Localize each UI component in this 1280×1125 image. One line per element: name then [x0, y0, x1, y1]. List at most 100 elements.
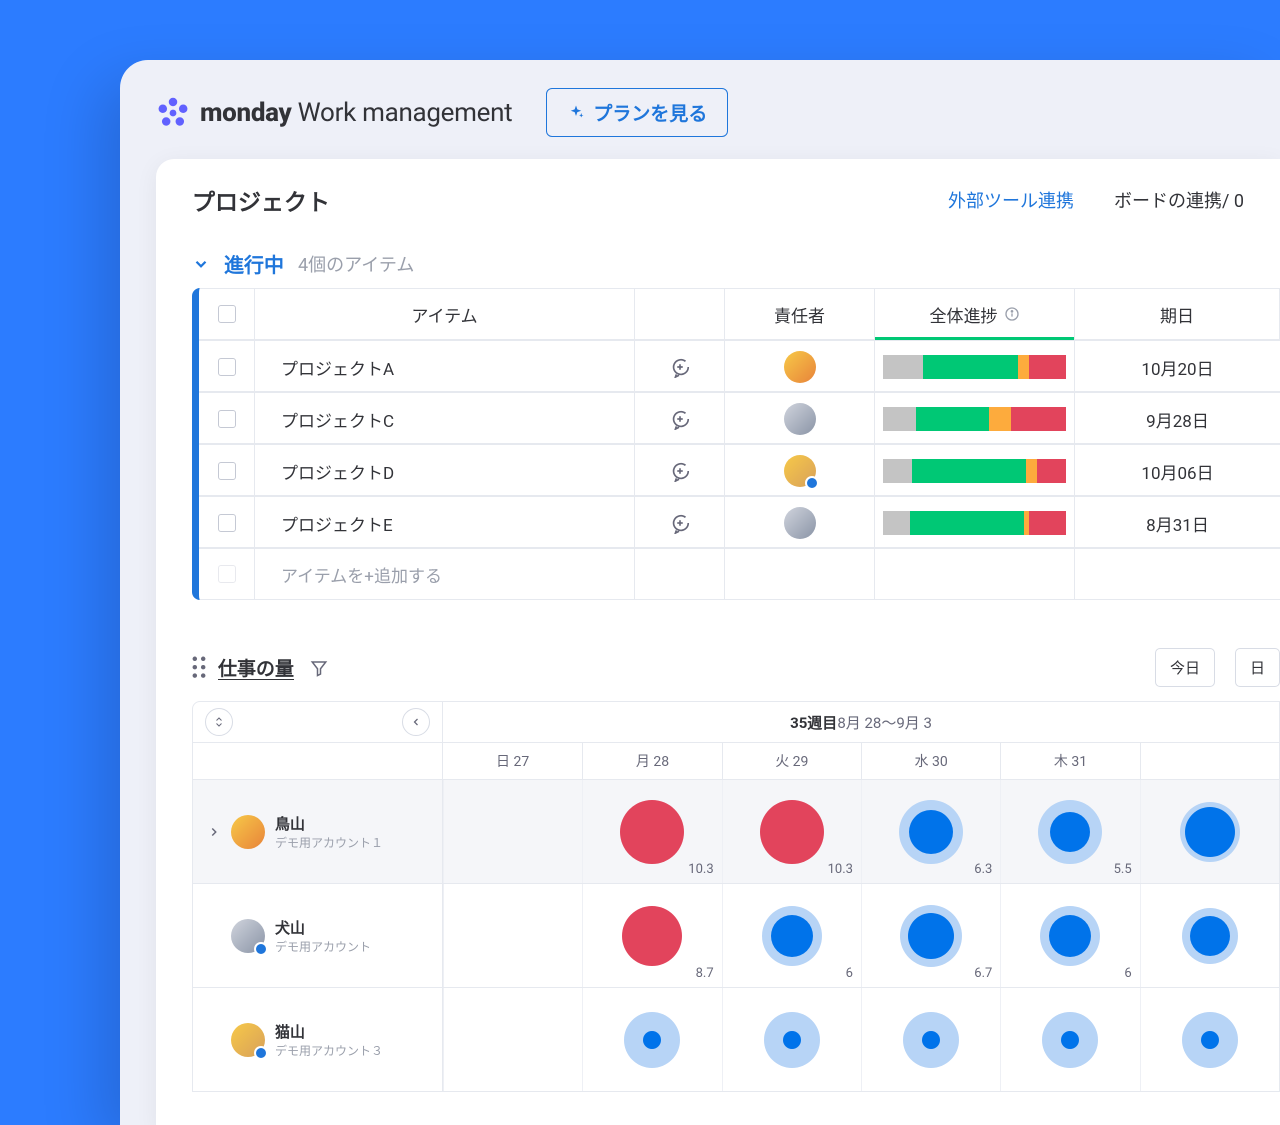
due-date[interactable]: 8月31日 — [1075, 497, 1280, 549]
checkbox[interactable] — [218, 462, 236, 480]
day-header — [1140, 743, 1279, 779]
checkbox[interactable] — [218, 410, 236, 428]
workload-bubble[interactable] — [1040, 906, 1100, 966]
prev-week-button[interactable] — [402, 708, 430, 736]
row-checkbox-cell[interactable] — [199, 341, 255, 393]
workload-bubble[interactable] — [760, 800, 824, 864]
info-icon[interactable] — [1004, 306, 1020, 322]
group-header[interactable]: 進行中 4個のアイテム — [156, 235, 1280, 288]
owner-cell[interactable] — [725, 341, 875, 393]
avatar-badge — [805, 476, 819, 490]
item-name[interactable]: プロジェクトA — [255, 341, 635, 393]
workload-value: 8.7 — [696, 966, 714, 981]
workload-cell: 6 — [1000, 884, 1139, 987]
due-date[interactable]: 10月20日 — [1075, 341, 1280, 393]
item-name[interactable]: プロジェクトE — [255, 497, 635, 549]
person-name: 犬山 — [275, 917, 371, 938]
add-chat-icon — [669, 512, 691, 534]
day-toggle-button[interactable]: 日 — [1235, 648, 1280, 687]
workload-cell: 10.3 — [722, 780, 861, 883]
person-name: 鳥山 — [275, 813, 383, 834]
workload-bubble[interactable] — [624, 1012, 680, 1068]
workload-cell — [443, 884, 582, 987]
workload-bubble[interactable] — [899, 800, 963, 864]
due-date[interactable]: 9月28日 — [1075, 393, 1280, 445]
workload-bubble[interactable] — [622, 906, 682, 966]
item-name[interactable]: プロジェクトC — [255, 393, 635, 445]
workload-bubble[interactable] — [1182, 908, 1238, 964]
avatar — [784, 455, 816, 487]
due-date[interactable]: 10月06日 — [1075, 445, 1280, 497]
table-row[interactable]: プロジェクトD 10月06日 — [199, 444, 1280, 496]
workload-grid: 35週目8月 28〜9月 3 日 27月 28火 29水 30木 31 鳥山 デ… — [192, 701, 1280, 1092]
workload-title[interactable]: 仕事の量 — [218, 654, 294, 681]
item-name[interactable]: プロジェクトD — [255, 445, 635, 497]
week-label: 35週目8月 28〜9月 3 — [443, 706, 1279, 739]
add-item-placeholder[interactable]: アイテムを+追加する — [255, 549, 635, 599]
owner-cell[interactable] — [725, 497, 875, 549]
external-tools-link[interactable]: 外部ツール連携 — [948, 187, 1074, 213]
workload-bubble[interactable] — [1038, 800, 1102, 864]
col-due[interactable]: 期日 — [1075, 289, 1280, 339]
col-progress[interactable]: 全体進捗 — [875, 289, 1075, 339]
app-window: monday Work management プランを見る プロジェクト 外部ツ… — [120, 60, 1280, 1125]
filter-icon[interactable] — [310, 659, 328, 677]
table-row[interactable]: プロジェクトA 10月20日 — [199, 340, 1280, 392]
add-chat-icon — [669, 408, 691, 430]
chevron-right-icon[interactable] — [207, 825, 221, 839]
sparkle-icon — [567, 104, 585, 122]
table-header-row: アイテム 責任者 全体進捗 期日 — [199, 288, 1280, 340]
add-chat-cell[interactable] — [635, 445, 725, 497]
board-header: プロジェクト 外部ツール連携 ボードの連携/ 0 — [156, 159, 1280, 235]
workload-bubble[interactable] — [764, 1012, 820, 1068]
avatar — [784, 507, 816, 539]
add-chat-cell[interactable] — [635, 341, 725, 393]
workload-cell — [1140, 884, 1279, 987]
col-owner[interactable]: 責任者 — [725, 289, 875, 339]
chevron-down-icon — [192, 255, 210, 273]
owner-cell[interactable] — [725, 445, 875, 497]
workload-left-controls — [193, 702, 443, 742]
person-text: 犬山 デモ用アカウント — [275, 917, 371, 955]
workload-bubble[interactable] — [1042, 1012, 1098, 1068]
workload-person[interactable]: 鳥山 デモ用アカウント１ — [193, 780, 443, 883]
table-row[interactable]: プロジェクトC 9月28日 — [199, 392, 1280, 444]
add-chat-cell[interactable] — [635, 497, 725, 549]
workload-person[interactable]: 猫山 デモ用アカウント３ — [193, 988, 443, 1091]
today-button[interactable]: 今日 — [1155, 648, 1215, 687]
table-row[interactable]: プロジェクトE 8月31日 — [199, 496, 1280, 548]
view-plans-button[interactable]: プランを見る — [546, 88, 728, 137]
select-all-cell[interactable] — [199, 289, 255, 339]
workload-person[interactable]: 犬山 デモ用アカウント — [193, 884, 443, 987]
workload-value: 6 — [846, 966, 853, 981]
row-checkbox-cell[interactable] — [199, 445, 255, 497]
person-subtitle: デモ用アカウント３ — [275, 1042, 383, 1059]
col-item[interactable]: アイテム — [255, 289, 635, 339]
workload-bubble[interactable] — [620, 800, 684, 864]
owner-cell[interactable] — [725, 393, 875, 445]
add-item-row[interactable]: アイテムを+追加する — [199, 548, 1280, 600]
progress-cell[interactable] — [875, 341, 1075, 393]
col-progress-label: 全体進捗 — [930, 302, 998, 327]
expand-rows-button[interactable] — [205, 708, 233, 736]
workload-bubble[interactable] — [762, 906, 822, 966]
checkbox[interactable] — [218, 358, 236, 376]
progress-cell[interactable] — [875, 393, 1075, 445]
progress-cell[interactable] — [875, 497, 1075, 549]
checkbox[interactable] — [218, 514, 236, 532]
workload-bubble[interactable] — [900, 905, 962, 967]
workload-cell: 6.3 — [861, 780, 1000, 883]
row-checkbox-cell[interactable] — [199, 393, 255, 445]
drag-handle-icon[interactable] — [192, 656, 206, 678]
row-checkbox-cell[interactable] — [199, 497, 255, 549]
day-header: 水 30 — [861, 743, 1000, 779]
workload-cell — [861, 988, 1000, 1091]
workload-bubble[interactable] — [1182, 1012, 1238, 1068]
board-integrations-label[interactable]: ボードの連携/ 0 — [1114, 187, 1244, 213]
checkbox[interactable] — [218, 305, 236, 323]
workload-bubble[interactable] — [903, 1012, 959, 1068]
add-chat-cell[interactable] — [635, 393, 725, 445]
workload-bubble[interactable] — [1180, 802, 1240, 862]
avatar — [784, 403, 816, 435]
progress-cell[interactable] — [875, 445, 1075, 497]
